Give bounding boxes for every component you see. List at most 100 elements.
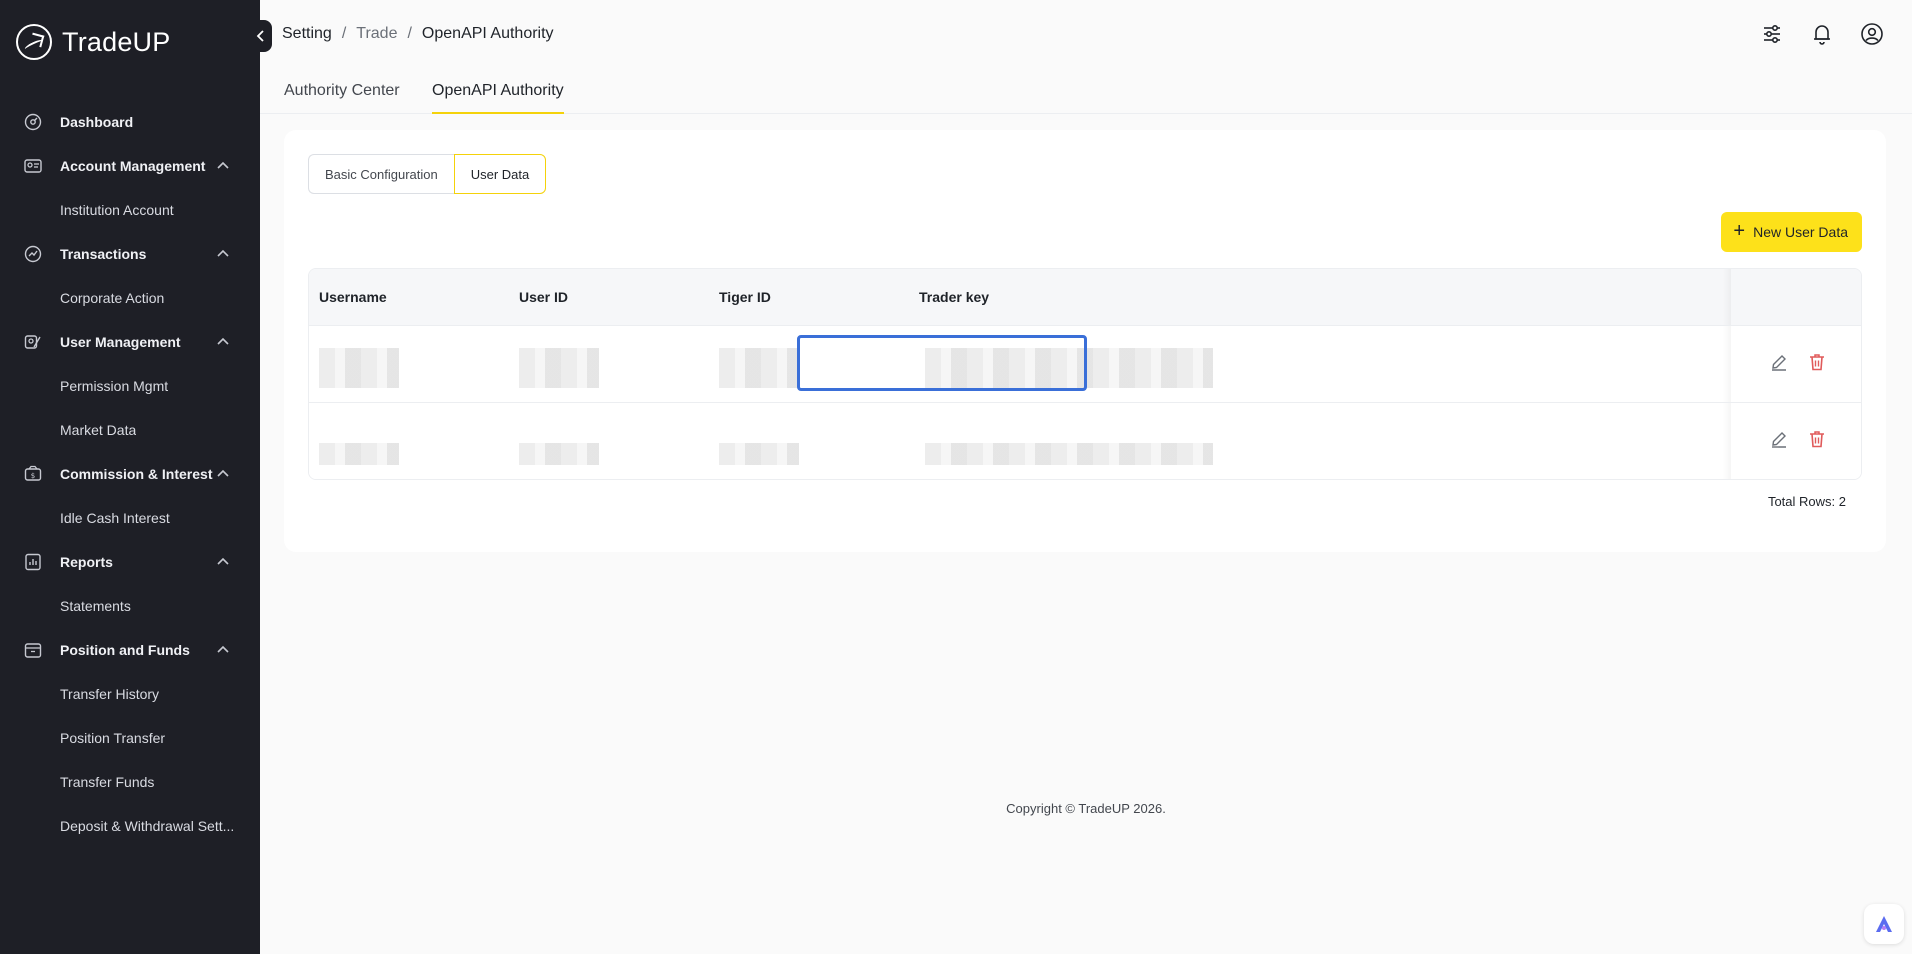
sticky-column-shadow — [1723, 403, 1731, 479]
sidebar-subitem-transfer-history[interactable]: Transfer History — [0, 672, 260, 716]
sidebar-item-reports[interactable]: Reports — [0, 540, 260, 584]
table-row — [309, 325, 1861, 402]
bell-icon[interactable] — [1810, 22, 1834, 46]
sidebar-item-label: User Management — [60, 334, 181, 350]
sidebar-item-position-and-funds[interactable]: Position and Funds — [0, 628, 260, 672]
sidebar-subitem-deposit-withdrawal[interactable]: Deposit & Withdrawal Sett... — [0, 804, 260, 848]
breadcrumb-item-trade[interactable]: Trade — [356, 25, 397, 43]
page-footer: Copyright © TradeUP 2026. — [1006, 801, 1166, 816]
sidebar-subitem-label: Idle Cash Interest — [60, 510, 170, 526]
breadcrumb-separator: / — [341, 25, 347, 42]
sidebar-subitem-corporate-action[interactable]: Corporate Action — [0, 276, 260, 320]
cell-user-id — [519, 348, 599, 388]
redacted-user-id — [519, 348, 599, 388]
sidebar-subitem-statements[interactable]: Statements — [0, 584, 260, 628]
sidebar-item-user-management[interactable]: User Management — [0, 320, 260, 364]
breadcrumb-item-setting[interactable]: Setting — [282, 25, 332, 43]
sidebar-item-label: Dashboard — [60, 114, 134, 130]
page-tabs: Authority Center OpenAPI Authority — [260, 70, 1912, 114]
transactions-icon — [24, 245, 42, 263]
position-funds-icon — [24, 641, 42, 659]
cell-tiger-id — [719, 425, 799, 465]
sidebar-subitem-position-transfer[interactable]: Position Transfer — [0, 716, 260, 760]
table-row — [309, 402, 1861, 479]
cell-trader-key — [925, 425, 1213, 465]
breadcrumb: Setting / Trade / OpenAPI Authority — [282, 25, 554, 43]
config-segment-switch: Basic Configuration User Data — [308, 154, 547, 194]
redacted-username — [319, 348, 399, 388]
sidebar-subitem-label: Deposit & Withdrawal Sett... — [60, 818, 235, 834]
header-actions — [1760, 22, 1884, 46]
sidebar-item-commission-interest[interactable]: $ Commission & Interest — [0, 452, 260, 496]
user-data-table: Username User ID Tiger ID Trader key — [308, 268, 1862, 480]
top-header: Setting / Trade / OpenAPI Authority — [260, 0, 1912, 70]
cell-username — [319, 348, 399, 388]
commission-icon: $ — [24, 465, 42, 483]
total-rows: Total Rows: 2 — [1767, 494, 1846, 509]
tradeup-logo-icon — [16, 24, 52, 60]
sidebar-subitem-label: Permission Mgmt — [60, 378, 169, 394]
dashboard-icon — [24, 113, 42, 131]
trader-key-focus-outline[interactable] — [797, 335, 1087, 391]
assistant-button[interactable] — [1864, 904, 1904, 944]
tab-openapi-authority[interactable]: OpenAPI Authority — [432, 82, 564, 114]
redacted-username — [319, 443, 399, 465]
chevron-up-icon[interactable] — [216, 335, 230, 349]
sidebar: TradeUP Dashboard Account Management Ins… — [0, 0, 260, 954]
redacted-tiger-id — [719, 443, 799, 465]
sidebar-item-label: Reports — [60, 554, 113, 570]
sidebar-subitem-label: Market Data — [60, 422, 137, 438]
sidebar-item-transactions[interactable]: Transactions — [0, 232, 260, 276]
chevron-up-icon[interactable] — [216, 467, 230, 481]
sidebar-subitem-label: Position Transfer — [60, 730, 166, 746]
row-actions — [1769, 429, 1827, 449]
sidebar-subitem-label: Transfer History — [60, 686, 160, 702]
chevron-up-icon[interactable] — [216, 643, 230, 657]
delete-icon[interactable] — [1807, 352, 1827, 372]
column-header-username: Username — [319, 289, 387, 305]
tab-authority-center[interactable]: Authority Center — [284, 82, 400, 112]
sliders-icon[interactable] — [1760, 22, 1784, 46]
user-data-card: Basic Configuration User Data + New User… — [284, 130, 1886, 552]
cell-username — [319, 425, 399, 465]
sidebar-item-label: Position and Funds — [60, 642, 190, 658]
assistant-icon — [1876, 916, 1892, 932]
cell-user-id — [519, 425, 599, 465]
sidebar-subitem-permission-mgmt[interactable]: Permission Mgmt — [0, 364, 260, 408]
breadcrumb-item-current: OpenAPI Authority — [421, 25, 554, 42]
row-actions — [1769, 352, 1827, 372]
sidebar-subitem-label: Corporate Action — [60, 290, 165, 306]
chevron-up-icon[interactable] — [216, 159, 230, 173]
svg-text:$: $ — [31, 472, 35, 480]
sidebar-item-label: Transactions — [60, 246, 147, 262]
sidebar-item-label: Commission & Interest — [60, 466, 213, 482]
edit-icon[interactable] — [1769, 429, 1789, 449]
sidebar-item-account-management[interactable]: Account Management — [0, 144, 260, 188]
sidebar-subitem-idle-cash-interest[interactable]: Idle Cash Interest — [0, 496, 260, 540]
new-user-data-label: New User Data — [1753, 224, 1848, 240]
cell-tiger-id — [719, 348, 799, 388]
user-avatar-icon[interactable] — [1860, 22, 1884, 46]
sidebar-subitem-institution-account[interactable]: Institution Account — [0, 188, 260, 232]
chevron-up-icon[interactable] — [216, 555, 230, 569]
segment-user-data[interactable]: User Data — [453, 154, 547, 194]
segment-basic-configuration[interactable]: Basic Configuration — [308, 154, 454, 194]
sidebar-collapse-button[interactable] — [250, 20, 272, 52]
brand-name: TradeUP — [62, 26, 171, 57]
chevron-left-icon — [256, 30, 264, 42]
sidebar-nav: Dashboard Account Management Institution… — [0, 100, 260, 848]
sidebar-subitem-transfer-funds[interactable]: Transfer Funds — [0, 760, 260, 804]
sidebar-item-dashboard[interactable]: Dashboard — [0, 100, 260, 144]
brand-logo[interactable]: TradeUP — [16, 22, 170, 62]
breadcrumb-separator: / — [407, 25, 412, 42]
sidebar-subitem-market-data[interactable]: Market Data — [0, 408, 260, 452]
column-header-trader-key: Trader key — [919, 289, 990, 305]
new-user-data-button[interactable]: + New User Data — [1721, 212, 1862, 252]
delete-icon[interactable] — [1807, 429, 1827, 449]
user-management-icon — [24, 333, 42, 351]
redacted-trader-key — [925, 443, 1213, 465]
redacted-tiger-id — [719, 348, 799, 388]
account-icon — [24, 157, 42, 175]
edit-icon[interactable] — [1769, 352, 1789, 372]
chevron-up-icon[interactable] — [216, 247, 230, 261]
